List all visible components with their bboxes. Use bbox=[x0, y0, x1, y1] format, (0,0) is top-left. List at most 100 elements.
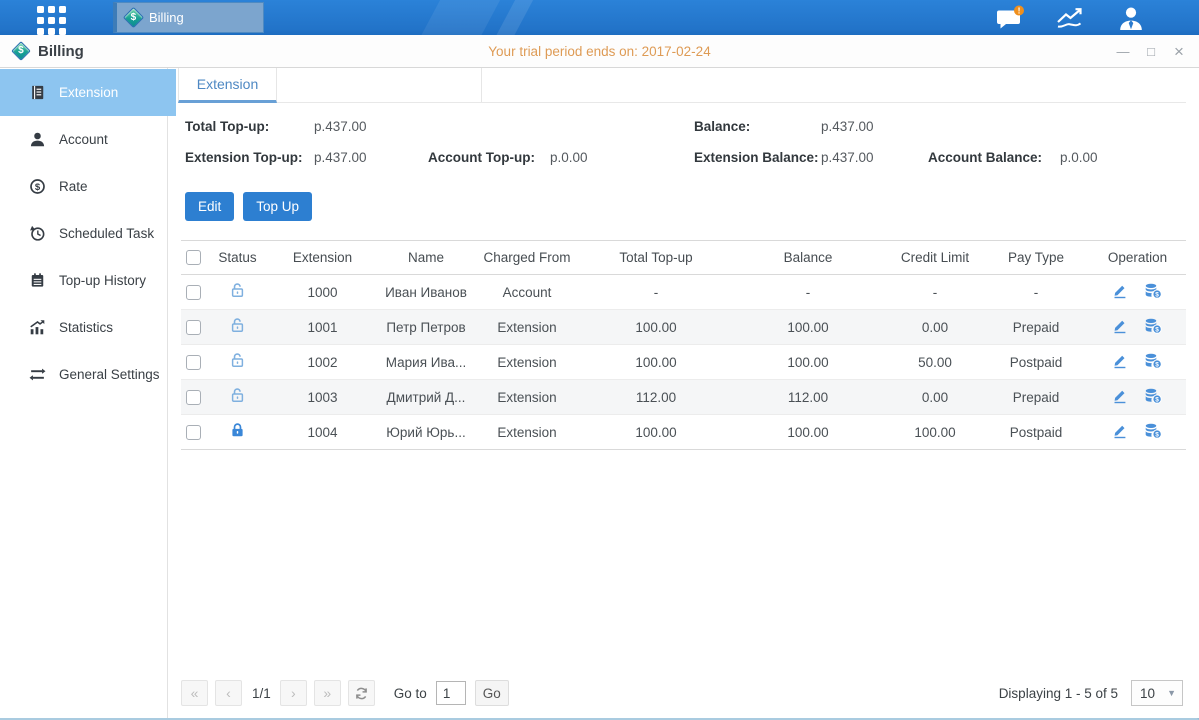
sidebar-item-label: Extension bbox=[59, 85, 118, 100]
maximize-icon[interactable]: □ bbox=[1143, 44, 1159, 59]
cell-balance: 100.00 bbox=[729, 345, 887, 380]
sidebar-item-label: Top-up History bbox=[59, 273, 146, 288]
total-topup-value: p.437.00 bbox=[314, 119, 367, 134]
unlocked-icon[interactable] bbox=[229, 282, 246, 299]
sidebar-item-rate[interactable]: $ Rate bbox=[0, 163, 167, 210]
topup-icon[interactable]: $ bbox=[1144, 283, 1163, 299]
unlocked-icon[interactable] bbox=[229, 317, 246, 334]
tab-extension[interactable]: Extension bbox=[178, 68, 277, 103]
page-size-select[interactable]: 10 ▼ bbox=[1131, 680, 1183, 706]
svg-text:$: $ bbox=[35, 182, 41, 193]
extension-icon bbox=[29, 84, 46, 101]
top-up-button[interactable]: Top Up bbox=[243, 192, 312, 221]
minimize-icon[interactable]: — bbox=[1115, 44, 1131, 59]
topup-icon[interactable]: $ bbox=[1144, 318, 1163, 334]
svg-text:$: $ bbox=[1155, 326, 1159, 333]
edit-icon[interactable] bbox=[1112, 318, 1128, 334]
account-topup-label: Account Top-up: bbox=[428, 150, 535, 165]
column-header-pay-type: Pay Type bbox=[983, 241, 1089, 275]
account-balance-value: p.0.00 bbox=[1060, 150, 1098, 165]
extension-table-body: 1000Иван ИвановAccount----$1001Петр Петр… bbox=[181, 275, 1186, 450]
row-checkbox[interactable] bbox=[186, 320, 201, 335]
edit-button[interactable]: Edit bbox=[185, 192, 234, 221]
resource-monitor-icon[interactable] bbox=[1053, 4, 1089, 32]
topup-icon[interactable]: $ bbox=[1144, 388, 1163, 404]
column-header-charged-from: Charged From bbox=[471, 241, 583, 275]
goto-page-input[interactable] bbox=[436, 681, 466, 705]
cell-credit-limit: 0.00 bbox=[887, 310, 983, 345]
sidebar-item-statistics[interactable]: Statistics bbox=[0, 304, 167, 351]
column-header-operation: Operation bbox=[1089, 241, 1186, 275]
sidebar-item-label: Scheduled Task bbox=[59, 226, 154, 241]
extension-balance-value: p.437.00 bbox=[821, 150, 874, 165]
cell-pay-type: Postpaid bbox=[983, 415, 1089, 450]
trial-message: Your trial period ends on: 2017-02-24 bbox=[488, 44, 710, 59]
sidebar-item-scheduled-task[interactable]: Scheduled Task bbox=[0, 210, 167, 257]
next-page-button[interactable]: › bbox=[280, 680, 307, 706]
taskbar-tab-label: Billing bbox=[149, 10, 184, 25]
cell-credit-limit: 50.00 bbox=[887, 345, 983, 380]
apps-menu-icon[interactable] bbox=[37, 6, 66, 35]
svg-text:$: $ bbox=[1155, 431, 1159, 438]
edit-icon[interactable] bbox=[1112, 423, 1128, 439]
select-all-checkbox[interactable] bbox=[186, 250, 201, 265]
topup-history-icon bbox=[29, 272, 46, 289]
refresh-icon[interactable] bbox=[348, 680, 375, 706]
edit-icon[interactable] bbox=[1112, 388, 1128, 404]
main-content: Extension Total Top-up: p.437.00 Balance… bbox=[168, 68, 1199, 718]
cell-name: Мария Ива... bbox=[381, 345, 471, 380]
taskbar-tab-billing[interactable]: $ Billing bbox=[113, 2, 264, 33]
close-icon[interactable]: × bbox=[1171, 42, 1187, 62]
go-button[interactable]: Go bbox=[475, 680, 509, 706]
cell-extension: 1000 bbox=[264, 275, 381, 310]
window-controls: — □ × bbox=[1115, 35, 1187, 68]
sidebar: Extension Account $ Rate Scheduled Task … bbox=[0, 68, 168, 718]
topup-icon[interactable]: $ bbox=[1144, 353, 1163, 369]
svg-text:$: $ bbox=[1155, 396, 1159, 403]
sidebar-item-topup-history[interactable]: Top-up History bbox=[0, 257, 167, 304]
unlocked-icon[interactable] bbox=[229, 387, 246, 404]
svg-text:!: ! bbox=[1018, 5, 1021, 15]
first-page-button[interactable]: « bbox=[181, 680, 208, 706]
general-settings-icon bbox=[29, 366, 46, 383]
user-account-icon[interactable] bbox=[1113, 4, 1149, 32]
notifications-chat-icon[interactable]: ! bbox=[992, 4, 1028, 32]
cell-total-topup: 100.00 bbox=[583, 415, 729, 450]
column-header-balance: Balance bbox=[729, 241, 887, 275]
edit-icon[interactable] bbox=[1112, 353, 1128, 369]
cell-name: Дмитрий Д... bbox=[381, 380, 471, 415]
cell-charged-from: Extension bbox=[471, 345, 583, 380]
row-checkbox[interactable] bbox=[186, 425, 201, 440]
cell-charged-from: Account bbox=[471, 275, 583, 310]
extension-topup-label: Extension Top-up: bbox=[185, 150, 303, 165]
table-row: 1002Мария Ива...Extension100.00100.0050.… bbox=[181, 345, 1186, 380]
account-icon bbox=[29, 131, 46, 148]
cell-total-topup: 100.00 bbox=[583, 310, 729, 345]
topbar-decoration bbox=[492, 0, 537, 35]
column-header-credit-limit: Credit Limit bbox=[887, 241, 983, 275]
unlocked-icon[interactable] bbox=[229, 352, 246, 369]
topup-icon[interactable]: $ bbox=[1144, 423, 1163, 439]
cell-name: Петр Петров bbox=[381, 310, 471, 345]
locked-icon[interactable] bbox=[229, 422, 246, 439]
titlebar: $ Billing Your trial period ends on: 201… bbox=[0, 35, 1199, 68]
prev-page-button[interactable]: ‹ bbox=[215, 680, 242, 706]
cell-credit-limit: 100.00 bbox=[887, 415, 983, 450]
sidebar-item-extension[interactable]: Extension bbox=[0, 69, 176, 116]
sidebar-item-account[interactable]: Account bbox=[0, 116, 167, 163]
cell-extension: 1001 bbox=[264, 310, 381, 345]
table-row: 1001Петр ПетровExtension100.00100.000.00… bbox=[181, 310, 1186, 345]
row-checkbox[interactable] bbox=[186, 285, 201, 300]
billing-window-icon: $ bbox=[11, 41, 31, 61]
account-topup-value: p.0.00 bbox=[550, 150, 588, 165]
cell-balance: 112.00 bbox=[729, 380, 887, 415]
row-checkbox[interactable] bbox=[186, 355, 201, 370]
row-checkbox[interactable] bbox=[186, 390, 201, 405]
sidebar-item-general-settings[interactable]: General Settings bbox=[0, 351, 167, 398]
rate-icon: $ bbox=[29, 178, 46, 195]
table-header-row: Status Extension Name Charged From Total… bbox=[181, 241, 1186, 275]
page-size-value: 10 bbox=[1140, 686, 1155, 701]
last-page-button[interactable]: » bbox=[314, 680, 341, 706]
goto-label: Go to bbox=[394, 686, 427, 701]
edit-icon[interactable] bbox=[1112, 283, 1128, 299]
